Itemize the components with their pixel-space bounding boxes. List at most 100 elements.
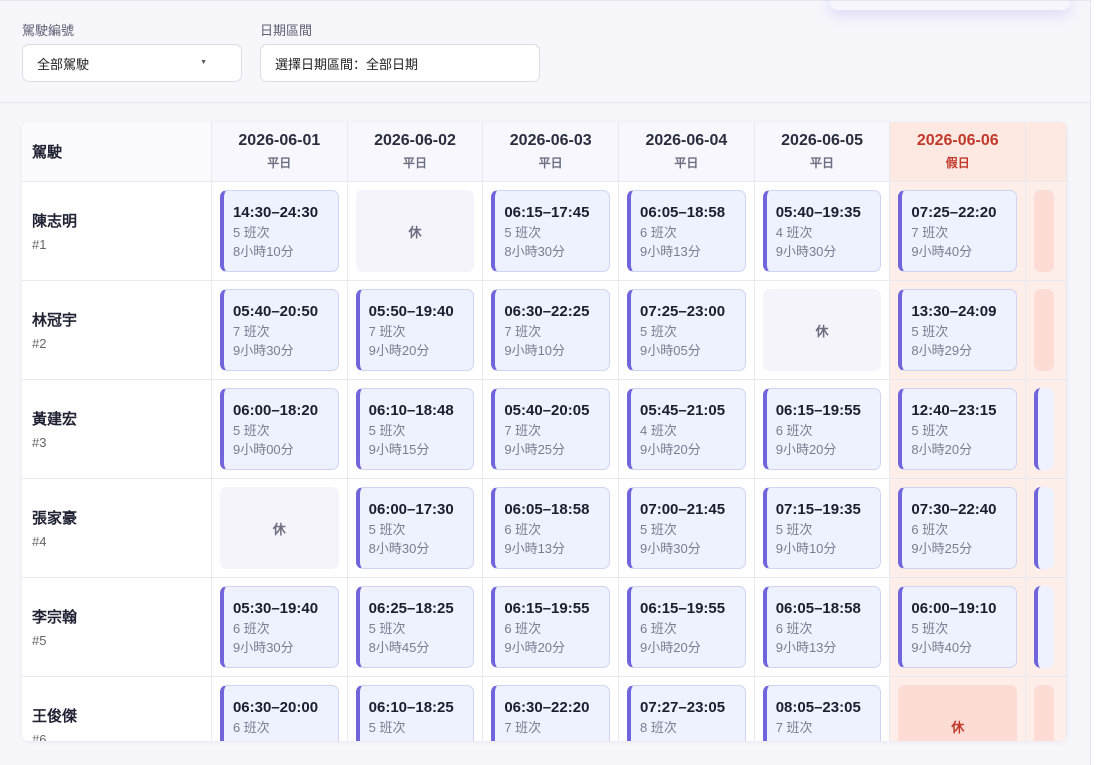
shift-count: 4 班次 (640, 423, 677, 438)
shift-card[interactable]: 06:00–17:30 5 班次 8小時30分 (355, 487, 475, 569)
driver-column-header: 駕駛 (22, 122, 212, 182)
schedule-cell-overflow (1025, 379, 1067, 479)
shift-card[interactable]: 05:50–19:40 7 班次 9小時20分 (355, 289, 475, 371)
shift-count: 6 班次 (640, 225, 677, 240)
shift-count: 5 班次 (640, 522, 677, 537)
off-day-block[interactable]: 休 (355, 190, 475, 272)
shift-card-overflow[interactable] (1034, 190, 1055, 272)
shift-time: 07:25–23:00 (640, 303, 726, 320)
shift-duration: 9小時30分 (232, 640, 294, 655)
shift-card[interactable]: 06:05–18:58 6 班次 9小時13分 (762, 586, 882, 668)
table-row: 王俊傑 #6 06:30–20:00 6 班次 06:10–18:25 5 班次 06:30… (22, 676, 1067, 741)
day-type: 平日 (674, 156, 699, 170)
driver-number: #4 (32, 534, 47, 549)
table-row: 林冠宇 #2 05:40–20:50 7 班次 9小時30分 05:50–19:40 7 班… (22, 280, 1067, 380)
shift-card[interactable]: 06:30–22:20 7 班次 (491, 685, 611, 741)
shift-time: 05:30–19:40 (232, 600, 319, 617)
shift-card[interactable]: 06:15–19:55 6 班次 9小時20分 (762, 388, 882, 470)
shift-count: 6 班次 (232, 621, 270, 636)
shift-card[interactable]: 06:25–18:25 5 班次 8小時45分 (355, 586, 475, 668)
off-day-block[interactable]: 休 (762, 289, 882, 371)
shift-card[interactable]: 07:30–22:40 6 班次 9小時25分 (898, 487, 1018, 569)
schedule-cell: 06:10–18:48 5 班次 9小時15分 (347, 379, 484, 479)
shift-card[interactable]: 05:40–19:35 4 班次 9小時30分 (762, 190, 882, 272)
shift-card[interactable]: 07:15–19:35 5 班次 9小時10分 (762, 487, 882, 569)
schedule-cell: 06:15–19:55 6 班次 9小時20分 (482, 577, 620, 677)
shift-card[interactable]: 05:45–21:05 4 班次 9小時20分 (627, 388, 746, 470)
shift-count: 6 班次 (232, 720, 270, 735)
shift-card[interactable]: 05:30–19:40 6 班次 9小時30分 (219, 586, 339, 668)
shift-card[interactable]: 06:00–18:20 5 班次 9小時00分 (219, 388, 339, 470)
shift-card[interactable]: 08:05–23:05 7 班次 (762, 685, 882, 741)
schedule-cell-overflow (1025, 181, 1067, 281)
shift-card[interactable]: 12:40–23:15 5 班次 8小時20分 (898, 388, 1018, 470)
shift-time: 13:30–24:09 (911, 303, 997, 320)
shift-card[interactable]: 06:30–22:25 7 班次 9小時10分 (491, 289, 611, 371)
shift-duration: 9小時30分 (775, 244, 837, 259)
driver-name: 李宗翰 (32, 609, 78, 626)
driver-cell: 李宗翰 #5 (22, 577, 212, 677)
schedule-cell: 07:25–22:20 7 班次 9小時40分 (889, 181, 1027, 281)
shift-card-overflow[interactable] (1034, 586, 1055, 668)
schedule-cell: 06:00–17:30 5 班次 8小時30分 (347, 478, 484, 578)
off-day-block[interactable]: 休 (898, 685, 1018, 741)
shift-card[interactable]: 06:15–17:45 5 班次 8小時30分 (491, 190, 611, 272)
shift-card-overflow[interactable] (1034, 487, 1055, 569)
shift-duration: 9小時10分 (504, 343, 566, 358)
shift-card[interactable]: 06:05–18:58 6 班次 9小時13分 (627, 190, 746, 272)
shift-duration: 9小時20分 (504, 640, 566, 655)
shift-card-overflow[interactable] (1034, 289, 1055, 371)
shift-time: 06:00–18:20 (232, 402, 319, 419)
shift-time: 12:40–23:15 (911, 402, 997, 419)
schedule-cell: 05:45–21:05 4 班次 9小時20分 (618, 379, 755, 479)
day-header: 2026-06-03 平日 (482, 122, 620, 182)
shift-duration: 9小時30分 (232, 343, 294, 358)
shift-card[interactable]: 05:40–20:50 7 班次 9小時30分 (219, 289, 339, 371)
shift-card[interactable]: 07:27–23:05 8 班次 (627, 685, 746, 741)
schedule-cell-overflow (1025, 676, 1067, 741)
shift-card[interactable]: 06:30–20:00 6 班次 (219, 685, 339, 741)
shift-card[interactable]: 06:05–18:58 6 班次 9小時13分 (491, 487, 611, 569)
shift-count: 7 班次 (504, 324, 542, 339)
shift-duration: 9小時25分 (911, 541, 973, 556)
shift-card[interactable]: 06:15–19:55 6 班次 9小時20分 (627, 586, 746, 668)
shift-card[interactable]: 06:10–18:25 5 班次 (355, 685, 475, 741)
shift-card[interactable]: 07:00–21:45 5 班次 9小時30分 (627, 487, 746, 569)
shift-count: 6 班次 (504, 621, 542, 636)
schedule-cell: 05:40–20:05 7 班次 9小時25分 (482, 379, 620, 479)
schedule-cell: 06:30–22:20 7 班次 (482, 676, 620, 741)
schedule-cell-overflow (1025, 577, 1067, 677)
driver-select[interactable]: 全部駕駛 ▼ (22, 44, 242, 82)
shift-count: 5 班次 (232, 423, 270, 438)
shift-count: 5 班次 (911, 621, 949, 636)
shift-time: 06:10–18:25 (368, 699, 454, 716)
schedule-cell: 06:05–18:58 6 班次 9小時13分 (618, 181, 755, 281)
date-range-input[interactable]: 選擇日期區間：全部日期 (260, 44, 540, 82)
shift-card[interactable]: 13:30–24:09 5 班次 8小時29分 (898, 289, 1018, 371)
shift-card[interactable]: 06:15–19:55 6 班次 9小時20分 (491, 586, 611, 668)
driver-cell: 黃建宏 #3 (22, 379, 212, 479)
shift-card-overflow[interactable] (1034, 685, 1055, 741)
schedule-cell: 休 (754, 280, 891, 380)
driver-number: #6 (32, 732, 47, 741)
shift-count: 5 班次 (368, 720, 406, 735)
schedule-cell: 06:30–22:25 7 班次 9小時10分 (482, 280, 620, 380)
driver-cell: 林冠宇 #2 (22, 280, 212, 380)
shift-time: 06:30–20:00 (232, 699, 319, 716)
schedule-table: 駕駛 2026-06-01 平日 2026-06-02 平日 2026-06-03 平日 2… (22, 122, 1067, 741)
schedule-cell: 休 (347, 181, 484, 281)
shift-card[interactable]: 07:25–23:00 5 班次 9小時05分 (627, 289, 746, 371)
shift-card[interactable]: 05:40–20:05 7 班次 9小時25分 (491, 388, 611, 470)
shift-card[interactable]: 14:30–24:30 5 班次 8小時10分 (219, 190, 339, 272)
schedule-cell: 06:00–19:10 5 班次 9小時40分 (889, 577, 1027, 677)
day-date: 2026-06-02 (374, 132, 456, 149)
shift-card[interactable]: 06:10–18:48 5 班次 9小時15分 (355, 388, 475, 470)
schedule-cell: 07:30–22:40 6 班次 9小時25分 (889, 478, 1027, 578)
day-header: 2026-06-02 平日 (347, 122, 484, 182)
shift-card[interactable]: 07:25–22:20 7 班次 9小時40分 (898, 190, 1018, 272)
shift-card-overflow[interactable] (1034, 388, 1055, 470)
day-date: 2026-06-03 (509, 132, 592, 149)
shift-card[interactable]: 06:00–19:10 5 班次 9小時40分 (898, 586, 1018, 668)
off-day-block[interactable]: 休 (219, 487, 339, 569)
shift-duration: 9小時10分 (775, 541, 837, 556)
